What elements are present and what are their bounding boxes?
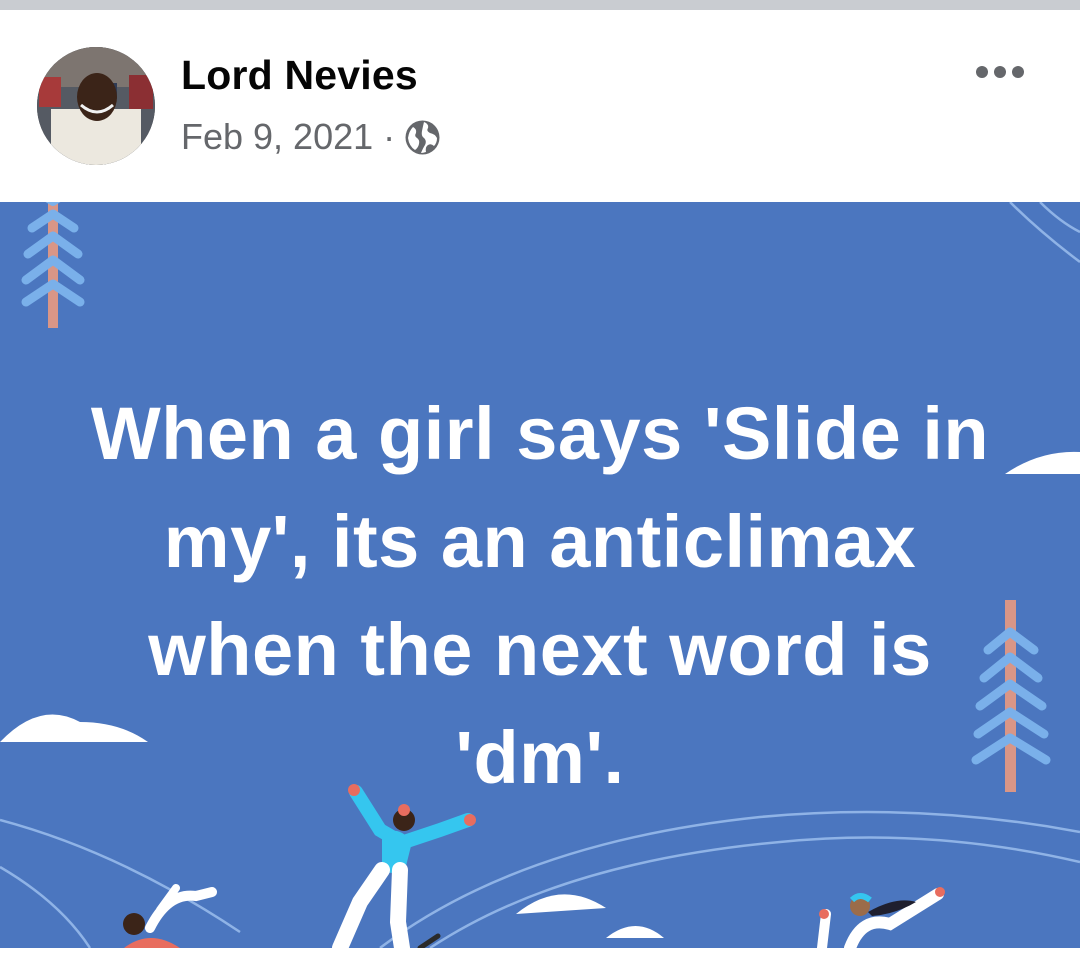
post-meta: Feb 9, 2021 · bbox=[181, 115, 441, 159]
globe-icon[interactable] bbox=[404, 119, 441, 156]
post-header: Lord Nevies Feb 9, 2021 · bbox=[0, 10, 1080, 202]
author-name[interactable]: Lord Nevies bbox=[181, 52, 418, 99]
meta-separator: · bbox=[383, 116, 396, 157]
text-post-background[interactable]: When a girl says 'Slide in my', its an a… bbox=[0, 202, 1080, 948]
post-footer-spacer bbox=[0, 948, 1080, 974]
more-options-button[interactable] bbox=[968, 52, 1032, 92]
feed-divider bbox=[0, 0, 1080, 10]
post-text: When a girl says 'Slide in my', its an a… bbox=[90, 392, 990, 799]
author-avatar[interactable] bbox=[37, 47, 155, 165]
post-timestamp[interactable]: Feb 9, 2021 bbox=[181, 116, 373, 158]
post-card: Lord Nevies Feb 9, 2021 · When a girl sa… bbox=[0, 0, 1080, 974]
more-dots-icon bbox=[976, 66, 1024, 78]
